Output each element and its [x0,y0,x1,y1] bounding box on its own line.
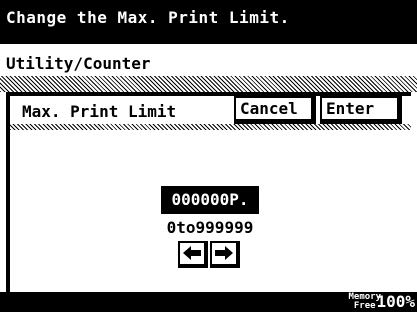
cancel-button[interactable]: Cancel [234,96,316,124]
panel-header: Max. Print Limit Cancel Enter [10,96,411,124]
panel-hatch-divider [10,124,411,130]
title-bar: Change the Max. Print Limit. [0,0,417,44]
right-arrow-icon [215,246,233,260]
left-arrow-icon [183,246,201,260]
panel-title: Max. Print Limit [22,102,177,121]
limit-value-field[interactable]: 000000P. [161,186,259,214]
page-title: Change the Max. Print Limit. [6,8,290,27]
settings-panel: Max. Print Limit Cancel Enter 000000P. 0… [6,92,411,292]
breadcrumb: Utility/Counter [0,44,417,76]
right-arrow-button[interactable] [210,241,240,268]
breadcrumb-label: Utility/Counter [6,54,151,73]
range-label: 0to999999 [166,218,254,237]
memory-free-value: 100% [376,292,415,311]
hatch-divider [0,76,417,92]
status-bar: Memory Free 100% [0,292,417,312]
left-arrow-button[interactable] [178,241,208,268]
enter-button[interactable]: Enter [320,96,402,124]
